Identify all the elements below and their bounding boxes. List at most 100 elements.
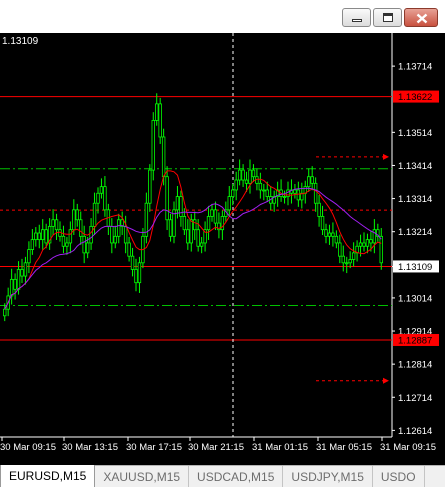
candle-body — [27, 249, 31, 264]
candle-body — [186, 229, 190, 244]
candle-body — [193, 219, 197, 231]
price-tick-label: 1.12814 — [398, 360, 432, 371]
candle-body — [54, 219, 59, 231]
candle-body — [320, 216, 325, 231]
symbol-price-label: 1.13109 — [2, 36, 39, 47]
candle-body — [258, 182, 263, 191]
candle-body — [227, 196, 231, 211]
candle-body — [293, 189, 297, 194]
tab-usdcad[interactable]: USDCAD,M15 — [189, 466, 284, 487]
candle-body — [3, 308, 7, 317]
candle-body — [241, 169, 245, 181]
candle-body — [30, 239, 35, 250]
candle-body — [34, 232, 38, 241]
candle-body — [155, 103, 159, 121]
candle-body — [65, 242, 69, 247]
candle-body — [13, 278, 17, 290]
candle-body — [137, 262, 142, 284]
dotted-arrow-head — [383, 153, 389, 160]
candle-body — [9, 278, 14, 297]
price-tick-label: 1.12614 — [398, 426, 432, 437]
price-tick-label: 1.12714 — [398, 393, 432, 404]
candle-body — [130, 255, 135, 270]
candle-body — [113, 235, 117, 244]
candle-body — [68, 229, 73, 244]
time-tick-label: 30 Mar 13:15 — [62, 442, 118, 453]
candle-body — [23, 262, 28, 277]
candle-body — [351, 252, 356, 260]
candle-body — [103, 186, 107, 211]
price-tick-label: 1.13714 — [398, 62, 432, 73]
price-tick-label: 1.13314 — [398, 194, 432, 205]
candle-body — [317, 202, 321, 217]
price-badge-label: 1.12887 — [398, 335, 432, 346]
candle-body — [82, 235, 86, 254]
dotted-arrow-head — [383, 377, 389, 384]
tab-eurusd[interactable]: EURUSD,M15 — [0, 465, 96, 487]
candle-body — [96, 192, 100, 204]
close-button[interactable] — [404, 8, 438, 27]
candle-body — [345, 262, 349, 265]
time-tick-label: 31 Mar 01:15 — [252, 442, 308, 453]
candle-body — [75, 209, 79, 221]
price-tick-label: 1.13514 — [398, 128, 432, 139]
candle-body — [307, 176, 311, 188]
chart-tabs: EURUSD,M15 XAUUSD,M15 USDCAD,M15 USDJPY,… — [0, 465, 445, 487]
candle-body — [331, 232, 335, 237]
maximize-button[interactable] — [373, 8, 402, 27]
price-tick-label: 1.13414 — [398, 161, 432, 172]
candle-body — [51, 219, 55, 227]
candle-body — [286, 189, 290, 197]
candle-body — [179, 196, 183, 217]
time-tick-label: 30 Mar 21:15 — [188, 442, 244, 453]
candle-body — [89, 225, 93, 244]
candle-body — [334, 235, 339, 244]
candle-body — [296, 189, 301, 201]
candle-body — [206, 216, 211, 231]
moving-average-slow — [4, 187, 382, 310]
candle-body — [61, 235, 66, 247]
candle-body — [196, 229, 200, 247]
price-chart[interactable]: 1.13714 1.13514 1.13414 1.13314 1.13214 1.131… — [0, 33, 445, 465]
time-tick-label: 30 Mar 17:15 — [126, 442, 182, 453]
candle-body — [313, 182, 318, 204]
candle-body — [41, 229, 45, 241]
minimize-icon — [352, 19, 362, 22]
candle-body — [99, 186, 104, 194]
maximize-icon — [383, 13, 393, 22]
candle-body — [158, 103, 162, 138]
minimize-button[interactable] — [342, 8, 371, 27]
window-buttons — [342, 8, 438, 27]
tab-xauusd[interactable]: XAUUSD,M15 — [95, 466, 190, 487]
candle-body — [92, 202, 97, 227]
candle-body — [168, 219, 173, 237]
candle-body — [37, 232, 41, 241]
candle-body — [72, 209, 76, 231]
candle-body — [134, 269, 138, 284]
candle-body — [213, 209, 218, 224]
candle-body — [362, 242, 366, 247]
chart-area[interactable]: 1.13714 1.13514 1.13414 1.13314 1.13214 1.131… — [0, 33, 445, 465]
price-tick-label: 1.13214 — [398, 227, 432, 238]
candle-body — [44, 229, 48, 244]
candle-body — [248, 169, 252, 184]
time-tick-label: 31 Mar 05:15 — [316, 442, 372, 453]
tab-usdo[interactable]: USDO — [373, 466, 425, 487]
close-icon — [416, 13, 428, 24]
candle-body — [127, 242, 131, 257]
candle-body — [165, 176, 169, 221]
candle-body — [237, 169, 242, 181]
candle-body — [310, 176, 314, 184]
candle-body — [151, 120, 155, 171]
tab-usdjpy[interactable]: USDJPY,M15 — [283, 466, 373, 487]
candle-body — [348, 259, 352, 264]
candle-body — [123, 225, 128, 244]
candle-body — [79, 219, 83, 237]
candle-body — [161, 136, 166, 178]
candle-body — [16, 269, 21, 290]
time-tick-label: 30 Mar 09:15 — [0, 442, 56, 453]
price-tick-label: 1.13014 — [398, 293, 432, 304]
candle-body — [341, 255, 345, 264]
candle-body — [189, 219, 193, 244]
candle-body — [379, 235, 383, 264]
